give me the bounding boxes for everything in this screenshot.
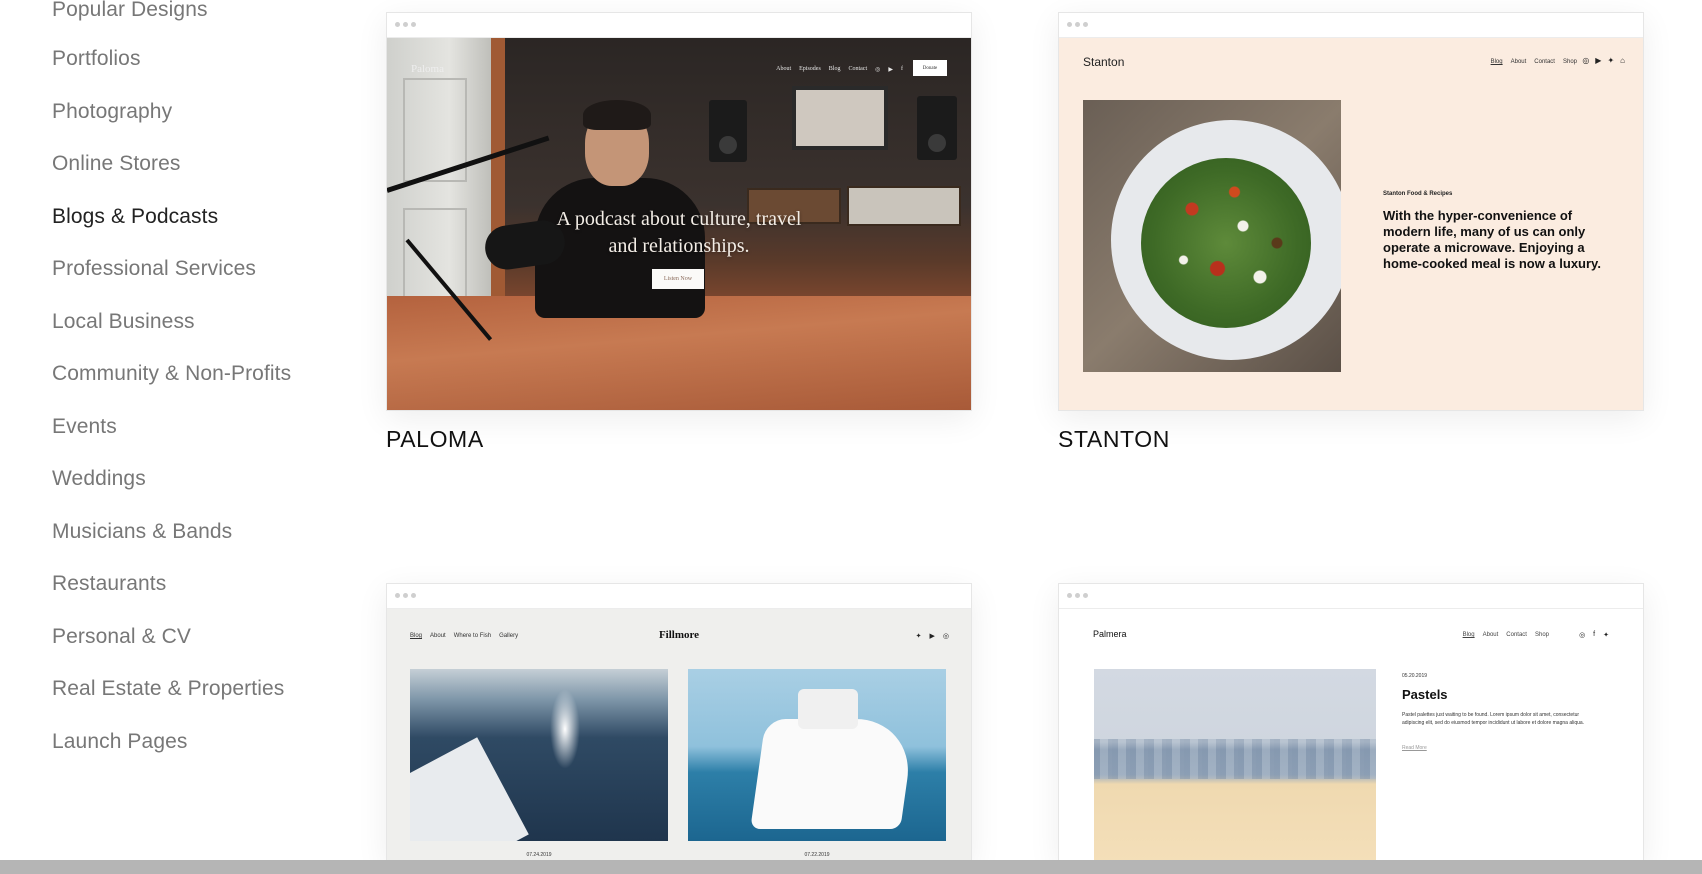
youtube-icon: ▶ bbox=[888, 67, 893, 73]
browser-chrome bbox=[1059, 584, 1643, 609]
instagram-icon: ◎ bbox=[942, 633, 949, 640]
instagram-icon: ◎ bbox=[1579, 632, 1586, 639]
boat-photo bbox=[688, 669, 946, 841]
sidebar-item-launch-pages[interactable]: Launch Pages bbox=[52, 730, 187, 754]
nav-link: Blog bbox=[1490, 59, 1503, 65]
youtube-icon: ▶ bbox=[929, 633, 935, 640]
template-title[interactable]: STANTON bbox=[1058, 426, 1170, 453]
twitter-icon: ✦ bbox=[1603, 632, 1609, 639]
post-date: 07.24.2019 bbox=[526, 852, 552, 858]
fishing-photo bbox=[410, 669, 668, 841]
facebook-icon: f bbox=[901, 66, 903, 72]
nav-link: Contact bbox=[848, 66, 868, 72]
template-card-palmera[interactable]: Palmera Blog About Contact Shop ◎ f ✦ 05… bbox=[1058, 583, 1644, 873]
window-dots-icon bbox=[1067, 22, 1088, 27]
boat-shape bbox=[750, 719, 916, 829]
sidebar-item-real-estate-properties[interactable]: Real Estate & Properties bbox=[52, 677, 284, 701]
sidebar-item-popular-designs[interactable]: Popular Designs bbox=[52, 0, 208, 22]
browser-chrome bbox=[387, 584, 971, 609]
template-preview-frame[interactable]: Stanton Blog About Contact Shop ◎ ▶ ✦ ⌂ … bbox=[1058, 12, 1644, 411]
nav-link: Blog bbox=[1462, 632, 1475, 638]
template-card-stanton[interactable]: Stanton Blog About Contact Shop ◎ ▶ ✦ ⌂ … bbox=[1058, 12, 1644, 453]
paloma-hero-text: A podcast about culture, travel and rela… bbox=[387, 206, 971, 260]
fillmore-site-logo: Fillmore bbox=[658, 629, 700, 641]
browser-chrome bbox=[387, 13, 971, 38]
twitter-icon: ✦ bbox=[1607, 56, 1615, 65]
paloma-preview-image: Paloma About Episodes Blog Contact ◎ ▶ f… bbox=[387, 38, 971, 410]
post-title: Pastels bbox=[1402, 687, 1448, 702]
horizontal-scrollbar[interactable] bbox=[0, 860, 1702, 874]
sidebar-item-blogs-podcasts[interactable]: Blogs & Podcasts bbox=[52, 205, 218, 229]
youtube-icon: ▶ bbox=[1595, 56, 1602, 65]
nav-link: Blog bbox=[828, 66, 841, 72]
window-dots-icon bbox=[395, 593, 416, 598]
nav-link: Contact bbox=[1506, 632, 1527, 638]
sidebar-item-local-business[interactable]: Local Business bbox=[52, 310, 195, 334]
monitor-shape bbox=[792, 86, 888, 150]
speaker-shape bbox=[709, 100, 747, 162]
listen-now-button: Listen Now bbox=[652, 269, 704, 289]
facebook-icon: f bbox=[1593, 631, 1596, 638]
nav-link: About bbox=[776, 66, 792, 72]
boat-cabin-shape bbox=[798, 689, 858, 729]
template-preview-frame[interactable]: Paloma About Episodes Blog Contact ◎ ▶ f… bbox=[386, 12, 972, 411]
person-hair-shape bbox=[583, 100, 651, 130]
read-more-link: Read More bbox=[1402, 745, 1427, 751]
paloma-nav-links: About Episodes Blog Contact ◎ ▶ f bbox=[776, 66, 903, 73]
sidebar-item-personal-cv[interactable]: Personal & CV bbox=[52, 625, 191, 649]
stanton-nav-links: Blog About Contact Shop bbox=[1491, 59, 1577, 65]
instagram-icon: ◎ bbox=[1582, 56, 1590, 65]
nav-link: Shop bbox=[1562, 59, 1577, 65]
sidebar-item-online-stores[interactable]: Online Stores bbox=[52, 152, 181, 176]
stanton-preview-image: Stanton Blog About Contact Shop ◎ ▶ ✦ ⌂ … bbox=[1059, 38, 1643, 410]
speaker-shape bbox=[917, 96, 957, 160]
post-date: 05.20.2019 bbox=[1402, 673, 1428, 679]
template-card-paloma[interactable]: Paloma About Episodes Blog Contact ◎ ▶ f… bbox=[386, 12, 972, 453]
post-date: 07.22.2019 bbox=[804, 852, 830, 858]
sidebar-item-photography[interactable]: Photography bbox=[52, 100, 172, 124]
instagram-icon: ◎ bbox=[875, 67, 881, 73]
window-dots-icon bbox=[1067, 593, 1088, 598]
stanton-site-logo: Stanton bbox=[1083, 55, 1125, 69]
stanton-social-icons: ◎ ▶ ✦ ⌂ bbox=[1582, 56, 1625, 65]
salad-shape bbox=[1141, 158, 1311, 328]
template-preview-frame[interactable]: Palmera Blog About Contact Shop ◎ f ✦ 05… bbox=[1058, 583, 1644, 862]
sidebar-item-community-non-profits[interactable]: Community & Non-Profits bbox=[52, 362, 291, 386]
browser-chrome bbox=[1059, 13, 1643, 38]
sidebar-item-portfolios[interactable]: Portfolios bbox=[52, 47, 141, 71]
template-card-fillmore[interactable]: Blog About Where to Fish Gallery Fillmor… bbox=[386, 583, 972, 873]
cart-icon: ⌂ bbox=[1620, 56, 1625, 65]
palmera-social-icons: ◎ f ✦ bbox=[1579, 631, 1609, 639]
sidebar-item-musicians-bands[interactable]: Musicians & Bands bbox=[52, 520, 232, 544]
twitter-icon: ✦ bbox=[915, 633, 922, 640]
hero-line: A podcast about culture, travel bbox=[556, 208, 802, 230]
sidebar-item-events[interactable]: Events bbox=[52, 415, 117, 439]
palmera-site-logo: Palmera bbox=[1093, 629, 1127, 639]
sidebar-item-professional-services[interactable]: Professional Services bbox=[52, 257, 256, 281]
stanton-headline: With the hyper-convenience of modern lif… bbox=[1383, 208, 1601, 271]
hero-line: and relationships. bbox=[608, 235, 750, 257]
nav-link: About bbox=[1510, 59, 1527, 65]
sidebar-item-weddings[interactable]: Weddings bbox=[52, 467, 146, 491]
palmera-nav-links: Blog About Contact Shop bbox=[1463, 632, 1549, 638]
window-dots-icon bbox=[395, 22, 416, 27]
fillmore-preview-image: Blog About Where to Fish Gallery Fillmor… bbox=[387, 609, 971, 861]
stanton-eyebrow: Stanton Food & Recipes bbox=[1383, 191, 1453, 197]
salad-photo bbox=[1083, 100, 1341, 372]
sidebar-item-restaurants[interactable]: Restaurants bbox=[52, 572, 166, 596]
fillmore-social-icons: ✦ ▶ ◎ bbox=[916, 632, 949, 640]
paloma-site-nav: Paloma About Episodes Blog Contact ◎ ▶ f… bbox=[387, 60, 971, 84]
category-sidebar: Popular Designs Portfolios Photography O… bbox=[0, 0, 330, 860]
palmera-preview-image: Palmera Blog About Contact Shop ◎ f ✦ 05… bbox=[1059, 609, 1643, 861]
paloma-site-logo: Paloma bbox=[411, 63, 444, 75]
pastel-wall-photo bbox=[1094, 669, 1376, 861]
nav-link: Shop bbox=[1534, 632, 1549, 638]
nav-link: Contact bbox=[1534, 59, 1555, 65]
nav-link: Episodes bbox=[799, 66, 821, 72]
template-preview-frame[interactable]: Blog About Where to Fish Gallery Fillmor… bbox=[386, 583, 972, 862]
nav-link: About bbox=[1482, 632, 1499, 638]
template-title[interactable]: PALOMA bbox=[386, 426, 484, 453]
donate-button: Donate bbox=[913, 60, 947, 76]
post-body: Pastel palettes just waiting to be found… bbox=[1402, 712, 1585, 726]
